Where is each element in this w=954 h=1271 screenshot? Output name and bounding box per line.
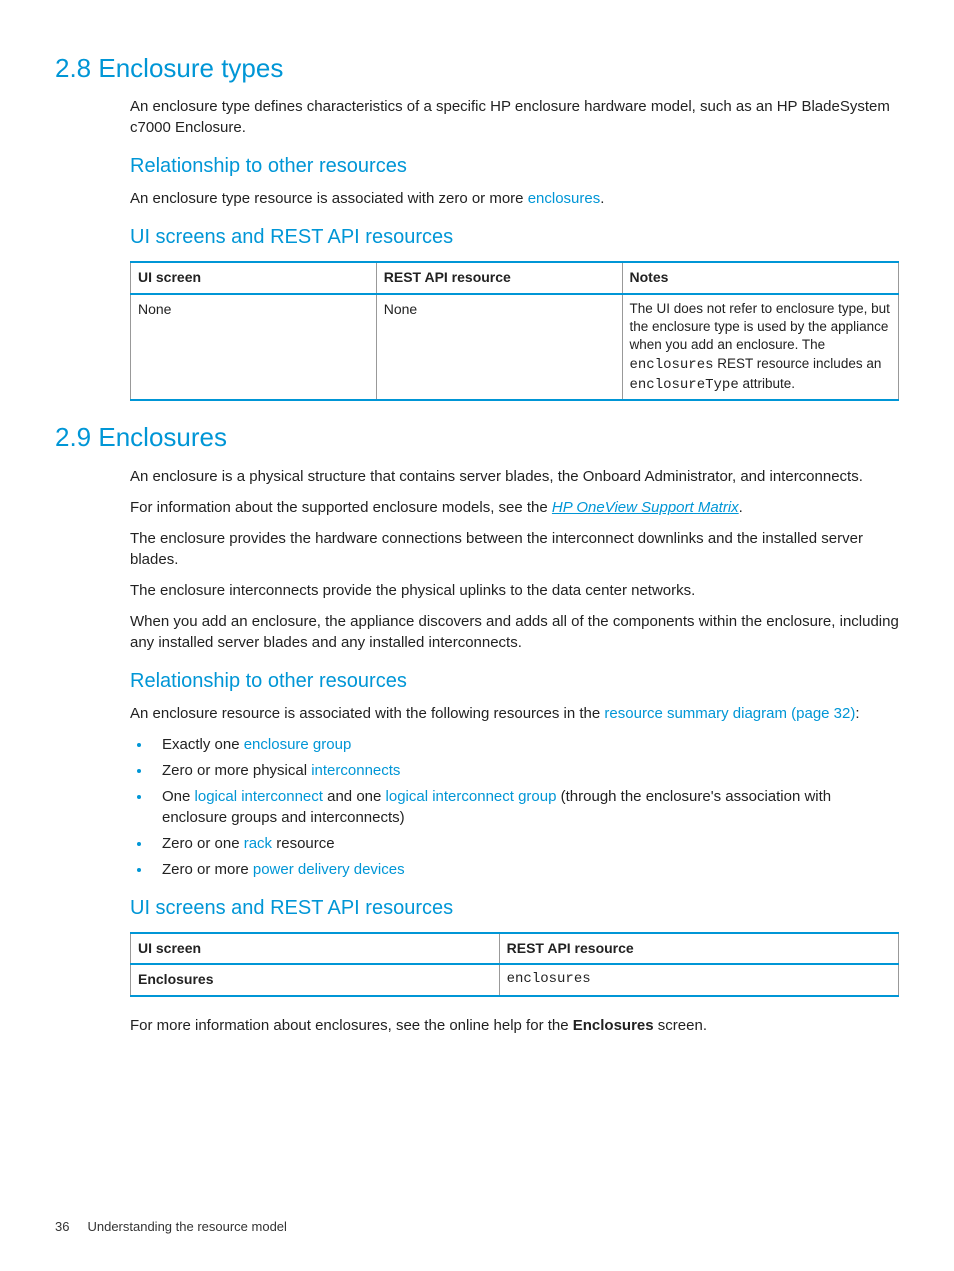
section29-p1: An enclosure is a physical structure tha… xyxy=(130,466,899,487)
link-enclosure-group[interactable]: enclosure group xyxy=(244,736,352,753)
td-rest: enclosures xyxy=(499,964,898,996)
link-enclosures[interactable]: enclosures xyxy=(528,190,601,207)
text: REST resource includes an xyxy=(714,356,882,371)
section28-rel-heading: Relationship to other resources xyxy=(130,152,899,180)
text: For more information about enclosures, s… xyxy=(130,1017,573,1034)
list-item: Zero or one rack resource xyxy=(152,833,899,854)
table-row: Enclosures enclosures xyxy=(131,964,899,996)
section29-footer-text: For more information about enclosures, s… xyxy=(130,1015,899,1036)
text: . xyxy=(739,499,743,516)
text: attribute. xyxy=(739,376,795,391)
td-rest: None xyxy=(376,294,622,400)
text: An enclosure resource is associated with… xyxy=(130,705,604,722)
td-ui: None xyxy=(131,294,377,400)
table-row: None None The UI does not refer to enclo… xyxy=(131,294,899,400)
table-29: UI screen REST API resource Enclosures e… xyxy=(130,932,899,997)
section28-rel-text: An enclosure type resource is associated… xyxy=(130,188,899,209)
section29-p2: For information about the supported encl… xyxy=(130,497,899,518)
th-ui-screen: UI screen xyxy=(131,933,500,965)
text: Exactly one xyxy=(162,736,244,753)
text: . xyxy=(600,190,604,207)
page-footer: 36 Understanding the resource model xyxy=(55,1218,287,1236)
section28-ui-heading: UI screens and REST API resources xyxy=(130,223,899,251)
text: : xyxy=(855,705,859,722)
section29-ui-heading: UI screens and REST API resources xyxy=(130,894,899,922)
list-item: Zero or more power delivery devices xyxy=(152,859,899,880)
text: Zero or one xyxy=(162,835,244,852)
section29-p4: The enclosure interconnects provide the … xyxy=(130,580,899,601)
link-support-matrix[interactable]: HP OneView Support Matrix xyxy=(552,499,739,516)
link-logical-interconnect-group[interactable]: logical interconnect group xyxy=(386,788,557,805)
table-28: UI screen REST API resource Notes None N… xyxy=(130,261,899,401)
section29-p3: The enclosure provides the hardware conn… xyxy=(130,528,899,570)
table-header-row: UI screen REST API resource xyxy=(131,933,899,965)
text: For information about the supported encl… xyxy=(130,499,552,516)
text: One xyxy=(162,788,195,805)
list-item: One logical interconnect and one logical… xyxy=(152,786,899,828)
text-bold: Enclosures xyxy=(573,1017,654,1034)
section29-rel-heading: Relationship to other resources xyxy=(130,667,899,695)
th-rest-api: REST API resource xyxy=(499,933,898,965)
list-item: Exactly one enclosure group xyxy=(152,734,899,755)
code: enclosureType xyxy=(630,377,739,393)
section28-intro: An enclosure type defines characteristic… xyxy=(130,96,899,138)
section29-rel-text: An enclosure resource is associated with… xyxy=(130,703,899,724)
page-number: 36 xyxy=(55,1219,69,1234)
table-header-row: UI screen REST API resource Notes xyxy=(131,262,899,294)
th-notes: Notes xyxy=(622,262,899,294)
th-rest-api: REST API resource xyxy=(376,262,622,294)
text: resource xyxy=(272,835,335,852)
th-ui-screen: UI screen xyxy=(131,262,377,294)
link-logical-interconnect[interactable]: logical interconnect xyxy=(195,788,323,805)
td-ui: Enclosures xyxy=(131,964,500,996)
section-heading-29: 2.9 Enclosures xyxy=(55,419,899,455)
link-interconnects[interactable]: interconnects xyxy=(311,762,400,779)
text: screen. xyxy=(654,1017,707,1034)
section29-p5: When you add an enclosure, the appliance… xyxy=(130,611,899,653)
text: An enclosure type resource is associated… xyxy=(130,190,528,207)
td-notes: The UI does not refer to enclosure type,… xyxy=(622,294,899,400)
code: enclosures xyxy=(630,357,714,373)
footer-title: Understanding the resource model xyxy=(87,1219,286,1234)
link-resource-summary[interactable]: resource summary diagram (page 32) xyxy=(604,705,855,722)
section-heading-28: 2.8 Enclosure types xyxy=(55,50,899,86)
link-power-delivery[interactable]: power delivery devices xyxy=(253,861,405,878)
text: and one xyxy=(323,788,386,805)
list-item: Zero or more physical interconnects xyxy=(152,760,899,781)
text: The UI does not refer to enclosure type,… xyxy=(630,301,890,352)
link-rack[interactable]: rack xyxy=(244,835,272,852)
text: Zero or more physical xyxy=(162,762,311,779)
text: Zero or more xyxy=(162,861,253,878)
bullet-list: Exactly one enclosure group Zero or more… xyxy=(130,734,899,880)
